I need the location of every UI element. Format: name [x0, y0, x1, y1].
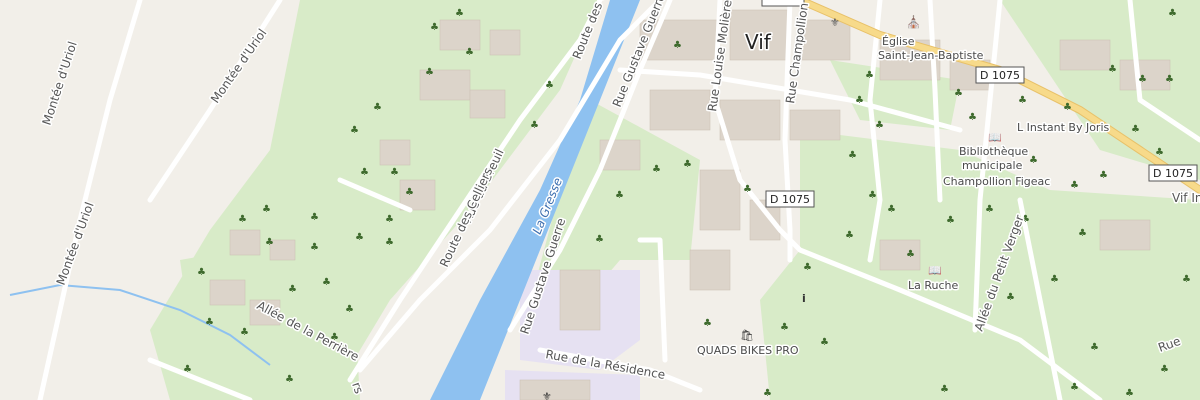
- road-shield-d1075-c: D 1075: [1148, 164, 1198, 182]
- tree-icon: ♣: [1155, 147, 1164, 158]
- town-label[interactable]: Vif: [744, 29, 774, 56]
- info-icon[interactable]: i: [802, 292, 806, 305]
- monument-icon: ⚜: [542, 390, 552, 400]
- tree-icon: ♣: [1160, 364, 1169, 375]
- poi-quads[interactable]: QUADS BIKES PRO: [696, 343, 801, 359]
- tree-icon: ♣: [322, 277, 331, 288]
- tree-icon: ♣: [954, 88, 963, 99]
- tree-icon: ♣: [673, 40, 682, 51]
- poi-instant[interactable]: L Instant By Joris: [1016, 120, 1112, 136]
- tree-icon: ♣: [703, 318, 712, 329]
- tree-icon: ♣: [1078, 228, 1087, 239]
- tree-icon: ♣: [1182, 274, 1191, 285]
- tree-icon: ♣: [1063, 102, 1072, 113]
- street-vif-edge: Vif In: [1172, 191, 1200, 205]
- svg-text:D 1075: D 1075: [980, 69, 1020, 82]
- tree-icon: ♣: [310, 212, 319, 223]
- tree-icon: ♣: [1006, 292, 1015, 303]
- monument-icon: ⚜: [830, 16, 840, 29]
- tree-icon: ♣: [940, 384, 949, 395]
- tree-icon: ♣: [262, 204, 271, 215]
- tree-icon: ♣: [373, 102, 382, 113]
- poi-library-line3[interactable]: Champollion Figeac: [942, 174, 1052, 190]
- tree-icon: ♣: [1168, 8, 1177, 19]
- tree-icon: ♣: [985, 204, 994, 215]
- tree-icon: ♣: [946, 215, 955, 226]
- tree-icon: ♣: [848, 150, 857, 161]
- tree-icon: ♣: [1090, 342, 1099, 353]
- tree-icon: ♣: [360, 167, 369, 178]
- tree-icon: ♣: [1070, 180, 1079, 191]
- svg-text:D 1075: D 1075: [770, 193, 810, 206]
- tree-icon: ♣: [430, 22, 439, 33]
- svg-text:D 1075: D 1075: [1153, 167, 1193, 180]
- tree-icon: ♣: [1108, 64, 1117, 75]
- tree-icon: ♣: [385, 214, 394, 225]
- tree-icon: ♣: [405, 187, 414, 198]
- tree-icon: ♣: [390, 167, 399, 178]
- book-icon[interactable]: 📖: [928, 264, 942, 277]
- poi-church-line1[interactable]: Église: [881, 34, 917, 50]
- tree-icon: ♣: [240, 327, 249, 338]
- tree-icon: ♣: [1138, 74, 1147, 85]
- road-shield-d1075-a: D 1075: [975, 66, 1025, 84]
- tree-icon: ♣: [1029, 155, 1038, 166]
- tree-icon: ♣: [1018, 95, 1027, 106]
- tree-icon: ♣: [683, 159, 692, 170]
- poi-ruche[interactable]: La Ruche: [907, 278, 961, 294]
- tree-icon: ♣: [345, 304, 354, 315]
- tree-icon: ♣: [855, 95, 864, 106]
- tree-icon: ♣: [1050, 274, 1059, 285]
- tree-icon: ♣: [355, 232, 364, 243]
- tree-icon: ♣: [652, 164, 661, 175]
- church-icon[interactable]: ⛪: [906, 14, 921, 29]
- tree-icon: ♣: [1125, 388, 1134, 399]
- shop-icon[interactable]: 🛍: [740, 329, 754, 342]
- tree-icon: ♣: [285, 374, 294, 385]
- tree-icon: ♣: [455, 8, 464, 19]
- tree-icon: ♣: [968, 112, 977, 123]
- tree-icon: ♣: [865, 70, 874, 81]
- tree-icon: ♣: [1099, 170, 1108, 181]
- tree-icon: ♣: [385, 237, 394, 248]
- book-icon[interactable]: 📖: [988, 131, 1002, 144]
- poi-library-line2[interactable]: municipale: [961, 158, 1025, 174]
- poi-library-line1[interactable]: Bibliothèque: [958, 144, 1030, 160]
- tree-icon: ♣: [465, 47, 474, 58]
- tree-icon: ♣: [763, 388, 772, 399]
- tree-icon: ♣: [868, 190, 877, 201]
- tree-icon: ♣: [1131, 124, 1140, 135]
- tree-icon: ♣: [265, 237, 274, 248]
- tree-icon: ♣: [350, 125, 359, 136]
- tree-icon: ♣: [183, 364, 192, 375]
- tree-icon: ♣: [197, 267, 206, 278]
- tree-icon: ♣: [743, 184, 752, 195]
- poi-church-line2[interactable]: Saint-Jean-Baptiste: [877, 48, 986, 64]
- tree-icon: ♣: [288, 284, 297, 295]
- tree-icon: ♣: [545, 80, 554, 91]
- tree-icon: ♣: [1165, 74, 1174, 85]
- tree-icon: ♣: [875, 120, 884, 131]
- tree-icon: ♣: [238, 214, 247, 225]
- map-canvas[interactable]: ♣ ♣ ♣ ♣ ♣ ♣ ♣ ♣ ♣ ♣ ♣ ♣ ♣ ♣ ♣ ♣ ♣ ♣ ♣ ♣ ♣ ♣ ♣ ♣ ♣ ♣ ♣…: [0, 0, 1200, 400]
- tree-icon: ♣: [205, 317, 214, 328]
- tree-icon: ♣: [887, 204, 896, 215]
- tree-icon: ♣: [595, 234, 604, 245]
- tree-icon: ♣: [615, 190, 624, 201]
- tree-icon: ♣: [906, 249, 915, 260]
- road-shield-d1075-b: D 1075: [765, 190, 815, 208]
- tree-icon: ♣: [425, 67, 434, 78]
- tree-icon: ♣: [1070, 382, 1079, 393]
- tree-icon: ♣: [803, 262, 812, 273]
- tree-icon: ♣: [820, 337, 829, 348]
- tree-icon: ♣: [310, 242, 319, 253]
- tree-icon: ♣: [780, 322, 789, 333]
- tree-icon: ♣: [530, 120, 539, 131]
- tree-icon: ♣: [845, 230, 854, 241]
